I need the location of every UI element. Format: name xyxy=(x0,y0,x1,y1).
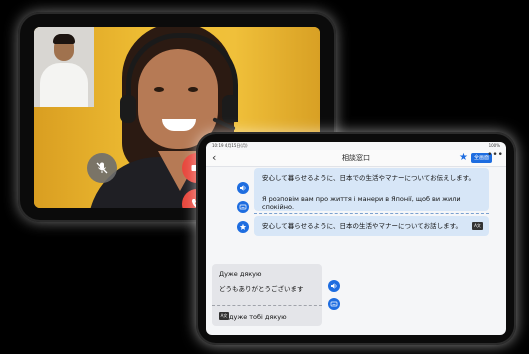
keyboard-icon xyxy=(330,301,338,307)
message-original: 安心して暮らせるように、日本での生活やマナーについてお伝えします。 xyxy=(262,174,475,182)
speaker-button[interactable] xyxy=(328,280,340,292)
message-translation: どうもありがとうございます xyxy=(219,285,304,293)
speaker-button[interactable] xyxy=(237,182,249,194)
divider xyxy=(254,213,489,214)
favorite-button[interactable] xyxy=(237,221,249,233)
status-time: 10:19 4月15日(月) xyxy=(212,143,248,148)
nav-bar: ‹ 相談窓口 ★ 全画面 ••• xyxy=(206,150,506,167)
mute-button[interactable] xyxy=(87,153,117,183)
divider xyxy=(212,305,322,306)
message-original: Дуже дякую xyxy=(219,270,262,278)
battery-level: 100% xyxy=(488,143,500,148)
star-icon[interactable]: ★ xyxy=(459,152,468,164)
more-button[interactable]: ••• xyxy=(487,150,503,160)
back-translation-text: 安心して暮らせるように、日本の生活やマナーについてお話します。 xyxy=(262,222,462,230)
keyboard-icon xyxy=(239,204,247,210)
message-bubble-outgoing: 安心して暮らせるように、日本での生活やマナーについてお伝えします。 Я розп… xyxy=(254,168,489,211)
status-bar: 10:19 4月15日(月) 100% xyxy=(206,142,506,150)
back-translation-text: дуже тобі дякую xyxy=(229,313,287,321)
keyboard-button[interactable] xyxy=(237,201,249,213)
translate-icon: A文 xyxy=(472,222,483,230)
chat-screen: 10:19 4月15日(月) 100% ‹ 相談窓口 ★ 全画面 ••• 安心し… xyxy=(206,142,506,335)
message-bubble-incoming: Дуже дякую どうもありがとうございます A文 дуже тобі дя… xyxy=(212,264,322,326)
translation-tablet: 10:19 4月15日(月) 100% ‹ 相談窓口 ★ 全画面 ••• 安心し… xyxy=(196,132,516,345)
back-translation-bubble: 安心して暮らせるように、日本の生活やマナーについてお話します。 A文 xyxy=(254,216,489,236)
message-translation: Я розповім вам про життя і манери в Япон… xyxy=(262,195,461,212)
star-icon xyxy=(239,223,247,230)
speaker-icon xyxy=(331,283,337,289)
translate-icon: A文 xyxy=(219,312,229,320)
speaker-icon xyxy=(240,185,246,191)
self-video-preview[interactable] xyxy=(34,27,94,107)
mic-off-icon xyxy=(96,162,108,174)
keyboard-button[interactable] xyxy=(328,298,340,310)
